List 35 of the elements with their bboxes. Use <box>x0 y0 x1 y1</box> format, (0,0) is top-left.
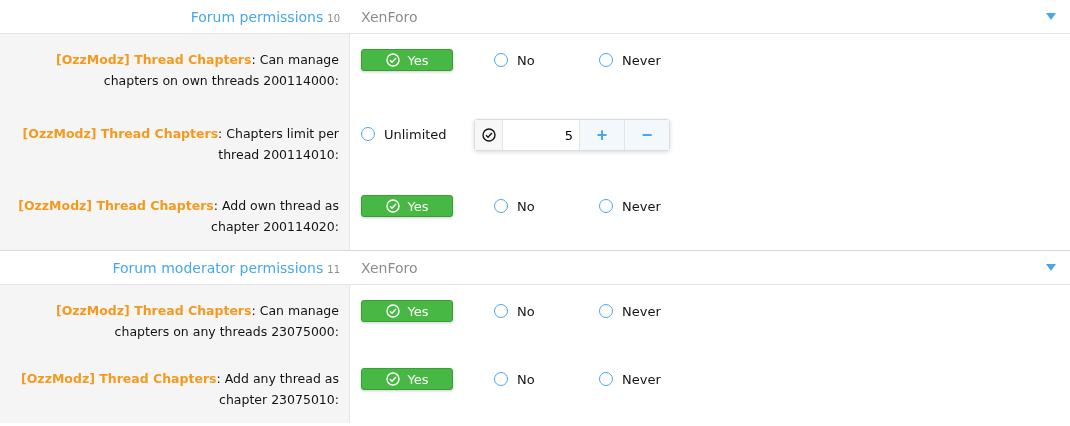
option-label: Never <box>622 198 661 214</box>
permission-count: 11 <box>327 263 340 275</box>
option-label: No <box>517 52 535 68</box>
increase-button[interactable]: + <box>579 120 624 150</box>
option-label: Unlimited <box>384 126 447 142</box>
option-label: No <box>517 371 535 387</box>
checkbox[interactable] <box>475 120 503 150</box>
permission-count: 10 <box>327 12 340 24</box>
option-label: Never <box>622 303 661 319</box>
option-label: Never <box>622 52 661 68</box>
caret-icon[interactable] <box>1046 13 1056 20</box>
caret-icon[interactable] <box>1046 264 1056 271</box>
check-icon <box>385 199 400 213</box>
check-icon <box>481 128 496 142</box>
check-icon <box>385 53 400 67</box>
option-label: No <box>517 303 535 319</box>
check-icon <box>385 304 400 318</box>
permission-label: [OzzModz] Thread Chapters: Can manage chapters on own threads 200114000: <box>54 51 339 90</box>
permission-label: [OzzModz] Thread Chapters: Can manage chapters on any threads 23075000: <box>54 302 339 341</box>
section-source: XenForo <box>360 8 419 25</box>
decrease-button[interactable]: − <box>624 120 669 150</box>
number-field[interactable]: 5 + − <box>474 119 670 151</box>
choice-button[interactable]: Yes <box>361 368 453 390</box>
choice-button[interactable]: Yes <box>361 300 453 322</box>
option-label: Never <box>622 371 661 387</box>
permission-label: [OzzModz] Thread Chapters: Add any thread as chapter 23075010: <box>20 370 339 409</box>
section-title[interactable]: Forum moderator permissions <box>112 259 324 276</box>
option-label: No <box>517 198 535 214</box>
permission-label: [OzzModz] Thread Chapters: Add own thread as chapter 200114020: <box>17 197 339 236</box>
section-title[interactable]: Forum permissions <box>190 8 324 25</box>
check-icon <box>385 372 400 386</box>
choice-button[interactable]: Yes <box>361 195 453 217</box>
section-source: XenForo <box>360 259 419 276</box>
permission-label: [OzzModz] Thread Chapters: Chapters limit per thread 200114010: <box>21 125 339 164</box>
choice-button[interactable]: Yes <box>361 49 453 71</box>
